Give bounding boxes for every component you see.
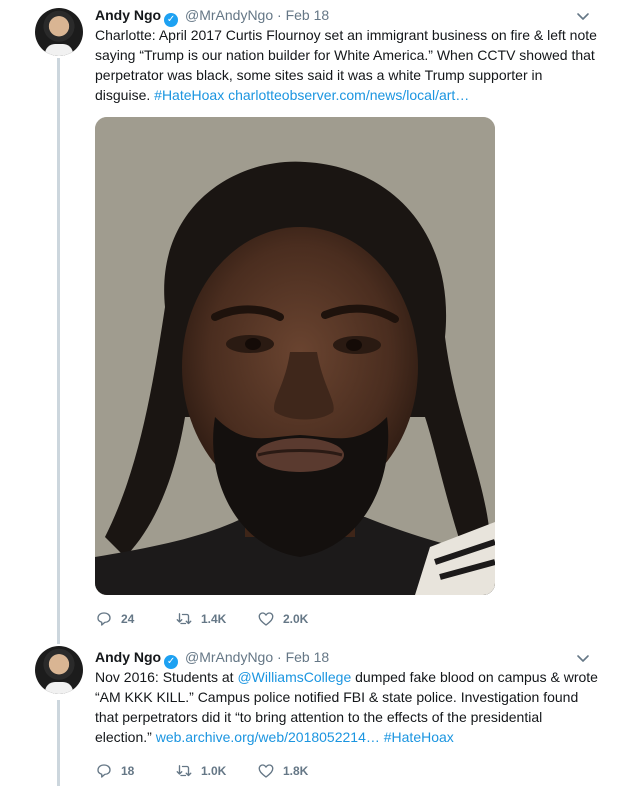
reply-icon <box>97 612 111 626</box>
tweet-header: Andy Ngo ✓ @MrAndyNgo · Feb 18 <box>95 6 329 27</box>
tweet-header: Andy Ngo ✓ @MrAndyNgo · Feb 18 <box>95 648 329 669</box>
avatar[interactable] <box>35 8 83 56</box>
reply-icon <box>97 764 111 778</box>
like-button[interactable]: 1.8K <box>257 762 308 780</box>
author-handle[interactable]: @MrAndyNgo <box>185 7 273 23</box>
author-handle[interactable]: @MrAndyNgo <box>185 649 273 665</box>
avatar[interactable] <box>35 646 83 694</box>
separator-dot: · <box>277 7 282 23</box>
retweet-button[interactable]: 1.0K <box>175 762 226 780</box>
url-link[interactable]: charlotteobserver.com/news/local/art… <box>228 87 469 103</box>
reply-button[interactable]: 24 <box>95 610 134 628</box>
tweet-text: Nov 2016: Students at @WilliamsCollege d… <box>95 667 600 747</box>
reply-button[interactable]: 18 <box>95 762 134 780</box>
retweet-button[interactable]: 1.4K <box>175 610 226 628</box>
mention-link[interactable]: @WilliamsCollege <box>237 669 351 685</box>
tweet-text-part: Nov 2016: Students at <box>95 669 238 685</box>
like-count: 2.0K <box>283 612 309 626</box>
tweet-date[interactable]: Feb 18 <box>286 7 330 23</box>
tweet-photo[interactable] <box>95 117 495 595</box>
retweet-icon <box>176 765 192 777</box>
portrait-image <box>95 117 495 595</box>
tweet[interactable]: Andy Ngo ✓ @MrAndyNgo · Feb 18 Charlotte:… <box>0 0 631 640</box>
heart-icon <box>258 612 274 626</box>
hashtag-link[interactable]: #HateHoax <box>384 729 454 745</box>
retweet-icon <box>176 613 192 625</box>
reply-count: 18 <box>121 764 135 778</box>
heart-icon <box>258 764 274 778</box>
hashtag-link[interactable]: #HateHoax <box>154 87 224 103</box>
author-name[interactable]: Andy Ngo <box>95 7 161 23</box>
tweet-text: Charlotte: April 2017 Curtis Flournoy se… <box>95 25 600 105</box>
author-name[interactable]: Andy Ngo <box>95 649 161 665</box>
retweet-count: 1.4K <box>201 612 227 626</box>
chevron-down-icon[interactable] <box>575 8 591 24</box>
like-button[interactable]: 2.0K <box>257 610 308 628</box>
tweet-date[interactable]: Feb 18 <box>286 649 330 665</box>
reply-count: 24 <box>121 612 135 626</box>
tweet[interactable]: Andy Ngo ✓ @MrAndyNgo · Feb 18 Nov 2016: … <box>0 640 631 786</box>
separator-dot: · <box>277 649 282 665</box>
chevron-down-icon[interactable] <box>575 650 591 666</box>
retweet-count: 1.0K <box>201 764 227 778</box>
like-count: 1.8K <box>283 764 309 778</box>
url-link[interactable]: web.archive.org/web/2018052214… <box>156 729 380 745</box>
